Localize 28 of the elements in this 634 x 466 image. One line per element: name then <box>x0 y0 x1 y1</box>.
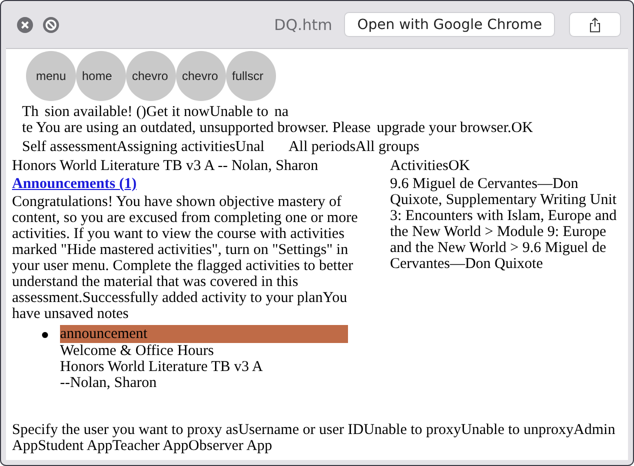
home-button[interactable]: home <box>76 51 126 101</box>
course-heading: Honors World Literature TB v3 A -- Nolan, Sharon <box>12 158 318 174</box>
announcement-title[interactable]: Welcome & Office Hours <box>60 343 214 359</box>
menu-button[interactable]: menu <box>26 51 76 101</box>
announcement-tag: announcement <box>60 325 348 343</box>
notice-text: sion available! ()Get it nowUnable to <box>44 104 268 120</box>
share-button[interactable] <box>569 12 621 37</box>
close-icon[interactable] <box>16 16 34 34</box>
notice-text: Th <box>22 104 39 120</box>
chevron-button[interactable]: chevro <box>176 51 226 101</box>
proxy-text: Specify the user you want to proxy asUsername or user IDUnable to proxyUnable to unproxyAdmin AppStudent AppTeacher AppObserver App <box>12 422 616 454</box>
announcement-teacher: --Nolan, Sharon <box>60 375 157 391</box>
menu-text: Self assessmentAssigning activitiesUnal <box>22 139 264 155</box>
fullscreen-button[interactable]: fullscr <box>226 51 276 101</box>
announcements-link[interactable]: Announcements (1) <box>12 176 137 192</box>
share-icon <box>589 16 601 32</box>
bullet-icon <box>42 332 48 338</box>
notice-text: upgrade your browser.OK <box>376 120 533 136</box>
announcement-course: Honors World Literature TB v3 A <box>60 359 263 375</box>
notice-text: na <box>274 104 289 120</box>
open-button[interactable]: Open with Google Chrome <box>344 12 555 37</box>
filter-text: All periodsAll groups <box>288 139 420 155</box>
window-title: DQ.htm <box>274 16 332 34</box>
activities-label: ActivitiesOK <box>390 158 470 174</box>
chevron-button[interactable]: chevro <box>126 51 176 101</box>
notice-text: te You are using an outdated, unsupported browser. Please <box>22 120 371 136</box>
breadcrumb: 9.6 Miguel de Cervantes—Don Quixote, Supplementary Writing Unit 3: Encounters with Islam, Europe and the New World > Module 9: Europe and the New World > 9.6 Miguel de Cervantes—Don Quixote <box>390 176 617 272</box>
block-icon[interactable] <box>42 16 60 34</box>
